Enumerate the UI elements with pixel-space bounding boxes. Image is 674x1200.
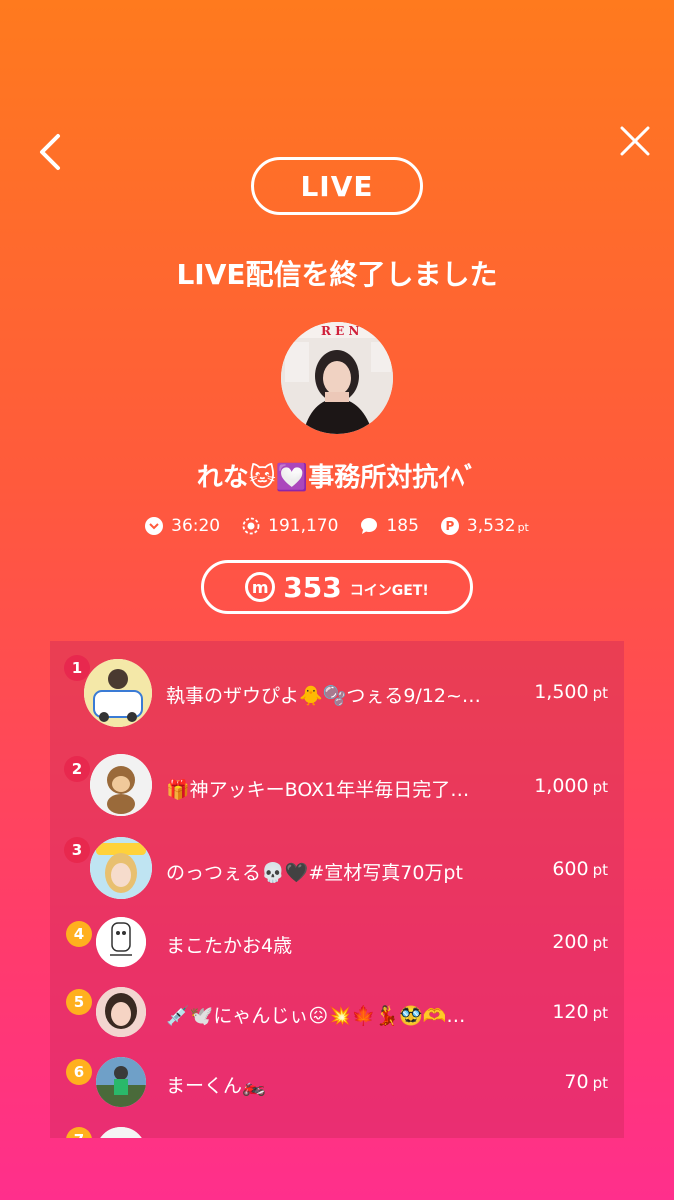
avatar-image-icon xyxy=(96,1127,146,1138)
row-name: 執事のザウぴよ🐥🫧つぇる9/12~… xyxy=(166,685,481,707)
points-unit: pt xyxy=(592,1074,608,1092)
rank-badge: 4 xyxy=(66,921,92,947)
list-item[interactable]: 2 🎁神アッキーBOX1年半毎日完了… 1,000 pt xyxy=(50,744,624,828)
points-unit: pt xyxy=(592,778,608,796)
list-item[interactable]: 6 まーくん🏍️ 70 pt xyxy=(50,1045,624,1115)
comments-value: 185 xyxy=(386,516,419,536)
points-unit: pt xyxy=(592,861,608,879)
points-unit: pt xyxy=(592,934,608,952)
stat-points: P 3,532 pt xyxy=(440,516,529,536)
points-p-icon: P xyxy=(440,517,459,535)
points-unit: pt xyxy=(592,1004,608,1022)
row-name: まこたかお4歳 xyxy=(166,935,293,957)
chevron-left-icon xyxy=(40,134,60,170)
coin-amount: 353 xyxy=(283,570,342,604)
doodle-avatar-icon xyxy=(96,917,146,967)
viewers-icon xyxy=(242,517,260,535)
live-badge: LIVE xyxy=(251,157,423,215)
avatar-image-icon xyxy=(84,659,152,727)
row-points: 70 pt xyxy=(564,1071,608,1093)
list-item[interactable]: 7 xyxy=(50,1115,624,1138)
points-amount: 1,000 xyxy=(534,775,589,797)
streamer-avatar[interactable]: R E N xyxy=(281,322,393,434)
ranking-list[interactable]: 1 執事のザウぴよ🐥🫧つぇる9/12~… 1,500pt 2 🎁神アッキーBO xyxy=(50,641,624,1138)
streamer-name: れな🐱💟事務所対抗ｲﾍﾞ xyxy=(196,463,478,493)
avatar-image-icon xyxy=(96,987,146,1037)
points-amount: 70 xyxy=(564,1071,589,1093)
list-item[interactable]: 4 まこたかお4歳 200 pt xyxy=(50,903,624,979)
points-unit: pt xyxy=(592,684,608,702)
list-item[interactable]: 1 執事のザウぴよ🐥🫧つぇる9/12~… 1,500 pt xyxy=(50,651,624,735)
avatar[interactable] xyxy=(96,1057,146,1107)
streamer-photo-icon: R E N xyxy=(281,322,393,434)
avatar[interactable] xyxy=(90,837,152,899)
live-label: LIVE xyxy=(300,169,374,203)
points-amount: 120 xyxy=(552,1001,589,1023)
points-unit: pt xyxy=(517,521,529,534)
stat-comments: 185 xyxy=(360,516,419,536)
coin-m-icon: m xyxy=(245,572,276,602)
close-icon xyxy=(620,126,650,156)
list-item[interactable]: 5 💉🕊️にゃんじぃ😖💥🍁💃🥸🫶… 120 pt xyxy=(50,975,624,1045)
rank-badge: 6 xyxy=(66,1059,92,1085)
duration-value: 36:20 xyxy=(171,516,221,536)
row-points: 600 pt xyxy=(552,858,608,880)
monkey-avatar-icon xyxy=(90,754,152,816)
points-amount: 600 xyxy=(552,858,589,880)
back-button[interactable] xyxy=(34,130,66,174)
row-name: まーくん🏍️ xyxy=(166,1075,266,1097)
stat-duration: 36:20 xyxy=(145,516,220,536)
chevron-down-circle-icon xyxy=(145,517,164,535)
avatar[interactable] xyxy=(90,754,152,816)
stat-viewers: 191,170 xyxy=(242,516,338,536)
list-item[interactable]: 3 のっつぇる💀🖤#宣材写真70万pt 600 pt xyxy=(50,827,624,911)
coin-label: コインGET! xyxy=(349,583,429,599)
avatar-image-icon xyxy=(90,837,152,899)
avatar[interactable] xyxy=(96,917,146,967)
row-points: 1,000 pt xyxy=(534,775,608,797)
viewers-value: 191,170 xyxy=(268,516,339,536)
rank-badge: 1 xyxy=(64,655,90,681)
row-name: 🎁神アッキーBOX1年半毎日完了… xyxy=(166,779,470,801)
avatar[interactable] xyxy=(96,1127,146,1138)
points-amount: 1,500 xyxy=(534,681,589,703)
points-value: 3,532 xyxy=(466,516,516,536)
comment-bubble-icon xyxy=(360,517,378,535)
avatar[interactable] xyxy=(84,659,152,727)
row-points: 1,500 pt xyxy=(534,681,608,703)
row-name: 💉🕊️にゃんじぃ😖💥🍁💃🥸🫶… xyxy=(166,1005,466,1027)
row-points: 200 pt xyxy=(552,931,608,953)
avatar[interactable] xyxy=(96,987,146,1037)
points-amount: 200 xyxy=(552,931,589,953)
avatar-image-icon xyxy=(96,1057,146,1107)
coin-get-badge: m 353 コインGET! xyxy=(201,560,473,614)
svg-text:R E N: R E N xyxy=(321,324,359,338)
page-title: LIVE配信を終了しました xyxy=(176,258,498,291)
row-points: 120 pt xyxy=(552,1001,608,1023)
stats-row: 36:20 191,170 185 P 3,532 pt xyxy=(0,516,674,536)
rank-badge: 2 xyxy=(64,756,90,782)
close-button[interactable] xyxy=(618,122,652,160)
rank-badge: 7 xyxy=(66,1127,92,1138)
rank-badge: 5 xyxy=(66,989,92,1015)
row-name: のっつぇる💀🖤#宣材写真70万pt xyxy=(166,862,463,884)
rank-badge: 3 xyxy=(64,837,90,863)
